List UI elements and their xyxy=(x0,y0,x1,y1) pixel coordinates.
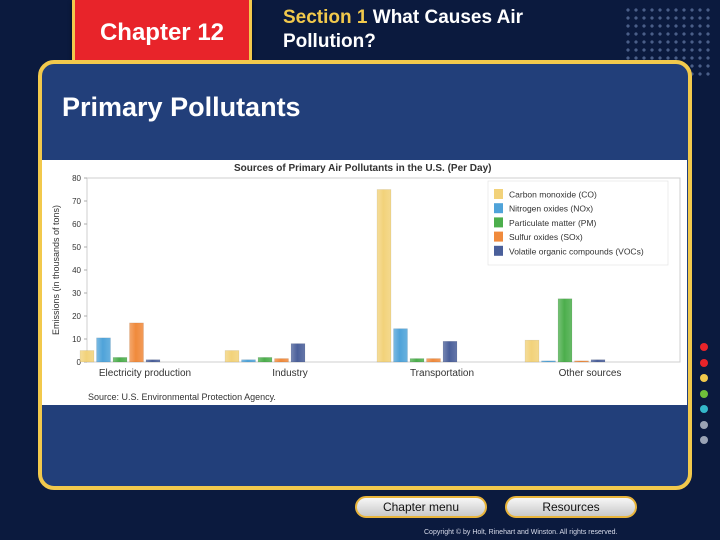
bar xyxy=(524,339,540,363)
y-tick-label: 60 xyxy=(72,220,81,229)
bar xyxy=(557,298,573,363)
y-tick-label: 10 xyxy=(72,335,81,344)
bar xyxy=(590,359,606,363)
bar xyxy=(574,360,589,363)
bar xyxy=(541,360,556,363)
legend-swatch xyxy=(494,189,503,199)
category-label: Electricity production xyxy=(99,368,191,379)
slide-heading: Primary Pollutants xyxy=(62,92,301,122)
side-dot xyxy=(700,405,708,413)
legend-swatch xyxy=(494,231,503,242)
bar xyxy=(224,350,240,363)
chapter-menu-button[interactable]: Chapter menu xyxy=(355,496,487,518)
side-dot xyxy=(700,343,708,351)
legend-swatch xyxy=(494,203,503,214)
bar xyxy=(442,341,458,363)
y-axis-label: Emissions (in thousands of tons) xyxy=(51,205,61,335)
bar xyxy=(79,350,95,363)
bar xyxy=(241,359,256,363)
side-dot xyxy=(700,389,708,398)
chart-container: Sources of Primary Air Pollutants in the… xyxy=(42,160,687,405)
section-title: Section 1 What Causes Air Pollution? xyxy=(283,6,583,54)
legend-swatch xyxy=(494,217,503,228)
bar xyxy=(376,189,392,363)
chart-title: Sources of Primary Air Pollutants in the… xyxy=(234,163,491,174)
copyright-text: Copyright © by Holt, Rinehart and Winsto… xyxy=(424,529,618,536)
legend-label: Sulfur oxides (SOx) xyxy=(509,232,583,242)
side-dot xyxy=(700,358,708,367)
y-tick-label: 50 xyxy=(72,243,81,252)
category-label: Other sources xyxy=(559,368,622,379)
bar xyxy=(426,358,441,363)
legend-label: Carbon monoxide (CO) xyxy=(509,190,597,200)
chapter-label: Chapter 12 xyxy=(99,18,225,46)
y-tick-label: 80 xyxy=(72,174,81,183)
source-note: Source: U.S. Environmental Protection Ag… xyxy=(88,392,276,402)
side-dot-column xyxy=(700,343,712,452)
side-dot xyxy=(700,436,708,444)
bar xyxy=(145,359,161,363)
y-tick-label: 40 xyxy=(72,266,81,275)
category-label: Transportation xyxy=(410,368,474,379)
legend-swatch xyxy=(494,245,503,256)
legend-label: Particulate matter (PM) xyxy=(509,218,597,228)
bar xyxy=(409,358,425,363)
bar xyxy=(274,358,289,363)
y-tick-label: 70 xyxy=(72,197,81,206)
bar xyxy=(129,322,144,363)
category-label: Industry xyxy=(272,368,308,379)
y-tick-label: 30 xyxy=(72,289,81,298)
resources-button[interactable]: Resources xyxy=(505,496,637,518)
side-dot xyxy=(700,374,708,382)
legend-label: Volatile organic compounds (VOCs) xyxy=(509,246,644,256)
bar xyxy=(257,357,273,363)
side-dot xyxy=(700,420,708,429)
y-tick-label: 20 xyxy=(72,312,81,321)
bar xyxy=(393,328,408,363)
bar xyxy=(112,357,128,363)
bar-chart: Sources of Primary Air Pollutants in the… xyxy=(51,163,681,402)
bar xyxy=(290,343,306,363)
section-number: Section 1 xyxy=(283,7,368,28)
legend-label: Nitrogen oxides (NOx) xyxy=(509,204,593,214)
bar xyxy=(96,337,111,363)
